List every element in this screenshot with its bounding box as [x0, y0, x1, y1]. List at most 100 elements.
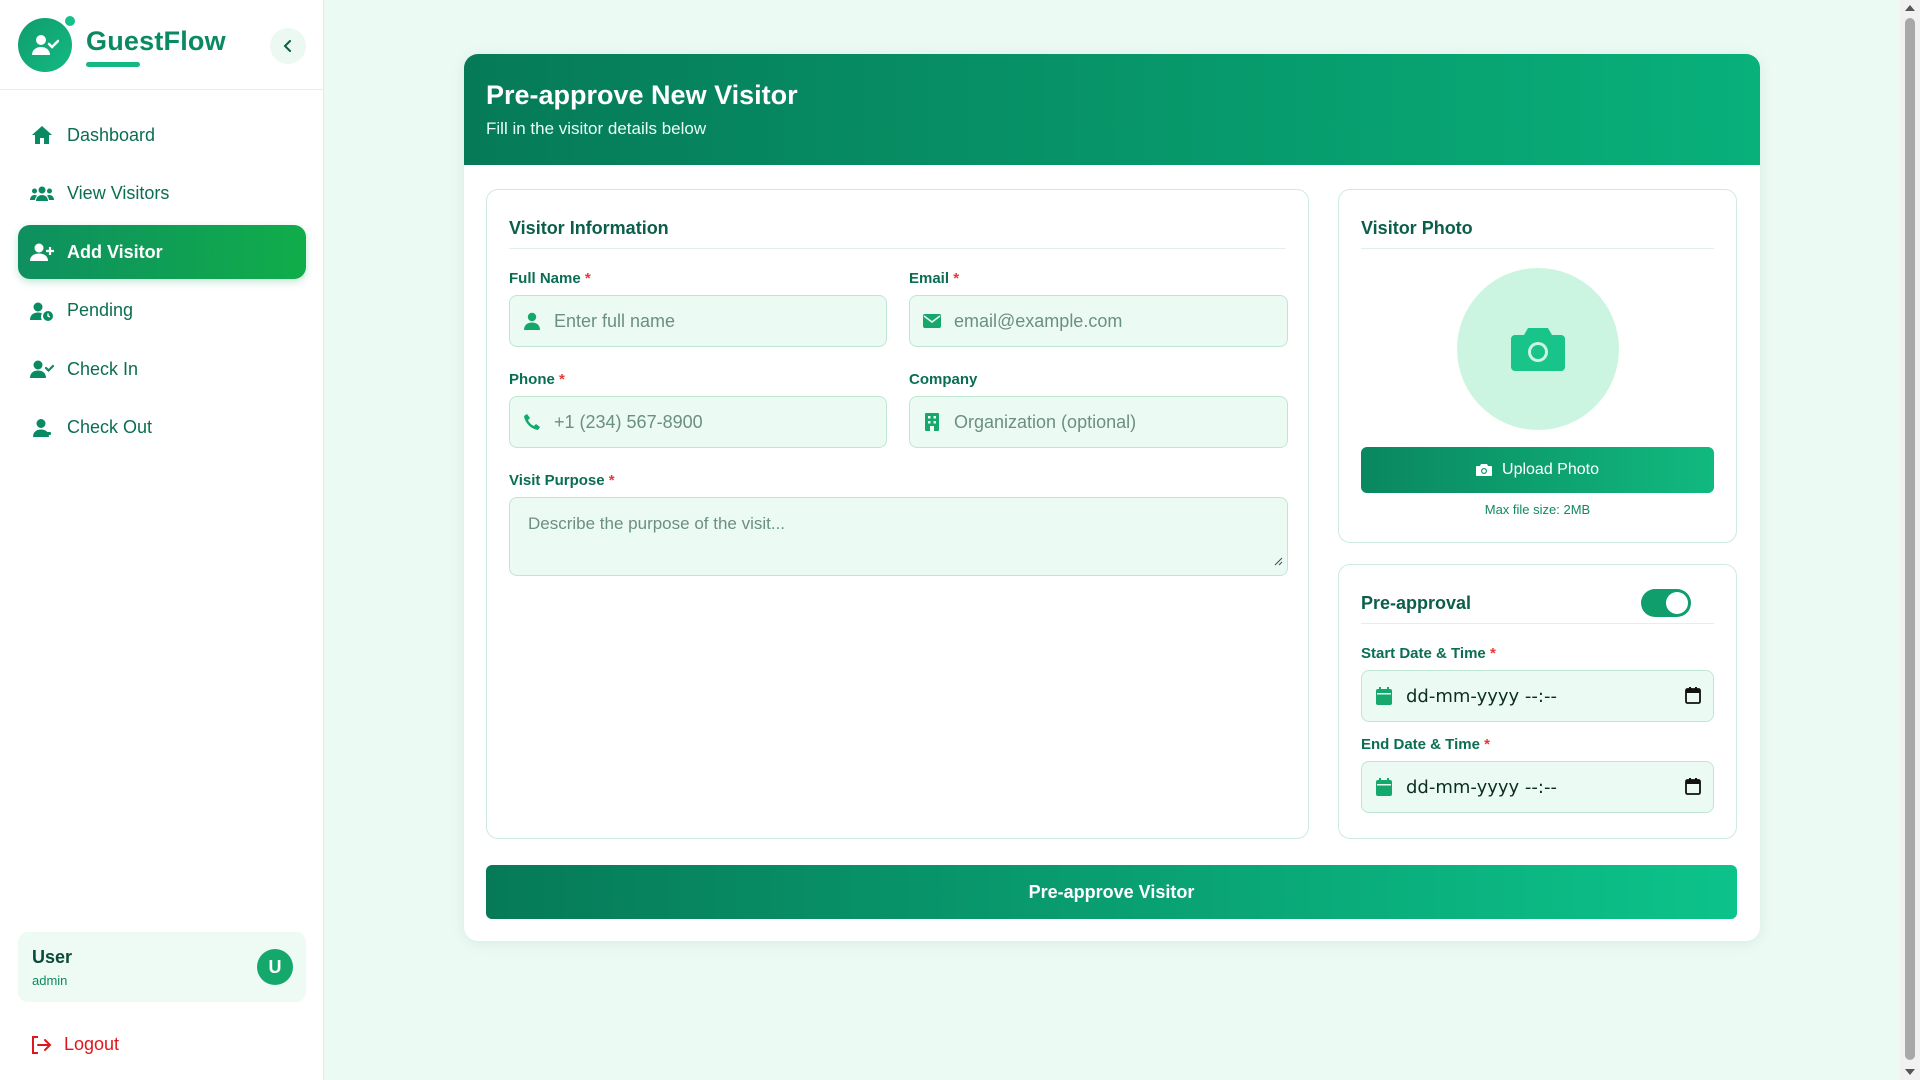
divider	[1361, 623, 1714, 624]
phone-label-text: Phone	[509, 371, 555, 388]
logout-button[interactable]: Logout	[30, 1034, 119, 1055]
preapproval-toggle[interactable]	[1641, 589, 1691, 617]
sidebar-item-dashboard[interactable]: Dashboard	[18, 108, 306, 162]
upload-photo-button[interactable]: Upload Photo	[1361, 447, 1714, 493]
divider	[509, 248, 1286, 249]
logout-icon	[30, 1035, 52, 1055]
sidebar-item-label: Check In	[67, 358, 139, 379]
max-file-size-hint: Max file size: 2MB	[1484, 502, 1591, 517]
company-label-text: Company	[909, 371, 978, 388]
user-check-icon	[32, 35, 59, 55]
visit-purpose-label: Visit Purpose *	[509, 472, 615, 489]
resize-handle-icon[interactable]	[1273, 553, 1283, 571]
user-card[interactable]: User admin U	[18, 932, 306, 1002]
required-marker: *	[584, 270, 591, 287]
toggle-knob	[1666, 592, 1688, 614]
page-subtitle: Fill in the visitor details below	[486, 119, 707, 138]
email-label-text: Email	[909, 270, 950, 287]
start-datetime-value: dd-mm-yyyy --:--	[1406, 685, 1557, 707]
phone-field[interactable]: +1 (234) 567-8900	[509, 396, 887, 448]
collapse-sidebar-button[interactable]	[270, 28, 306, 64]
phone-label: Phone *	[509, 371, 565, 388]
scroll-up-arrow-icon[interactable]	[1905, 5, 1915, 11]
scroll-down-arrow-icon[interactable]	[1905, 1069, 1915, 1075]
full-name-label-text: Full Name	[509, 270, 581, 287]
panel-title: Visitor Photo	[1361, 218, 1473, 238]
page-scrollbar[interactable]	[1900, 0, 1920, 1080]
visitor-info-panel: Visitor Information Full Name * Enter fu…	[486, 189, 1309, 839]
phone-placeholder: +1 (234) 567-8900	[554, 411, 703, 432]
start-datetime-label-text: Start Date & Time	[1361, 645, 1486, 662]
camera-icon	[1511, 328, 1565, 371]
logout-label: Logout	[64, 1034, 120, 1054]
full-name-input[interactable]: Enter full name	[509, 295, 887, 347]
page-title: Pre-approve New Visitor	[486, 80, 798, 110]
divider	[1361, 248, 1714, 249]
preapprove-form-card: Pre-approve New Visitor Fill in the visi…	[464, 54, 1760, 941]
brand-name: GuestFlow	[86, 26, 226, 56]
calendar-icon	[1362, 687, 1406, 705]
sidebar-item-label: Check Out	[67, 417, 153, 437]
required-marker: *	[1484, 736, 1490, 753]
full-name-placeholder: Enter full name	[554, 310, 676, 331]
form-header: Pre-approve New Visitor Fill in the visi…	[464, 54, 1760, 165]
required-marker: *	[1489, 645, 1496, 662]
panel-title: Pre-approval	[1361, 593, 1472, 613]
visit-purpose-textarea[interactable]: Describe the purpose of the visit...	[509, 497, 1288, 576]
user-role: admin	[32, 973, 68, 988]
user-icon	[510, 312, 554, 330]
visit-purpose-placeholder: Describe the purpose of the visit...	[528, 514, 786, 533]
required-marker: *	[608, 472, 615, 489]
visit-purpose-label-text: Visit Purpose	[509, 472, 605, 489]
sidebar-item-label: View Visitors	[67, 183, 170, 203]
email-field[interactable]: email@example.com	[909, 295, 1288, 347]
user-minus-icon	[30, 416, 54, 440]
envelope-icon	[910, 314, 954, 328]
user-check-icon	[30, 357, 54, 381]
email-placeholder: email@example.com	[954, 310, 1123, 331]
phone-icon	[510, 413, 554, 431]
user-name: User	[32, 947, 73, 967]
user-clock-icon	[30, 299, 54, 323]
chevron-left-icon	[283, 40, 291, 52]
photo-placeholder[interactable]	[1457, 268, 1619, 430]
brand-underline	[86, 62, 140, 67]
sidebar-item-check-out[interactable]: Check Out	[18, 401, 306, 455]
sidebar: GuestFlow Dashboard View Visitors Add Vi…	[0, 0, 324, 1080]
sidebar-item-label: Add Visitor	[67, 241, 163, 262]
start-datetime-label: Start Date & Time *	[1361, 645, 1496, 662]
sidebar-item-add-visitor[interactable]: Add Visitor	[18, 225, 306, 279]
building-icon	[910, 413, 954, 431]
brand-header: GuestFlow	[0, 0, 323, 90]
sidebar-nav: Dashboard View Visitors Add Visitor Pend…	[18, 108, 306, 459]
preapproval-panel: Pre-approval Start Date & Time * dd-mm-y…	[1338, 564, 1737, 839]
upload-photo-label: Upload Photo	[1502, 461, 1599, 478]
sidebar-item-view-visitors[interactable]: View Visitors	[18, 167, 306, 221]
required-marker: *	[559, 371, 565, 388]
home-icon	[30, 123, 54, 147]
avatar: U	[257, 949, 293, 985]
calendar-picker-icon[interactable]	[1685, 687, 1701, 709]
visitor-photo-panel: Visitor Photo Upload Photo Max file size…	[1338, 189, 1737, 543]
company-field[interactable]: Organization (optional)	[909, 396, 1288, 448]
end-datetime-value: dd-mm-yyyy --:--	[1406, 776, 1557, 798]
end-datetime-label: End Date & Time *	[1361, 736, 1490, 753]
sidebar-item-label: Dashboard	[67, 124, 156, 145]
user-plus-icon	[30, 240, 54, 264]
calendar-icon	[1362, 778, 1406, 796]
end-datetime-label-text: End Date & Time	[1361, 736, 1480, 753]
sidebar-item-check-in[interactable]: Check In	[18, 342, 306, 396]
company-placeholder: Organization (optional)	[954, 411, 1137, 432]
required-marker: *	[953, 270, 960, 287]
company-label: Company	[909, 371, 977, 388]
preapprove-visitor-button[interactable]: Pre-approve Visitor	[486, 865, 1737, 919]
end-datetime-input[interactable]: dd-mm-yyyy --:--	[1361, 761, 1714, 813]
sidebar-item-label: Pending	[67, 300, 134, 320]
calendar-picker-icon[interactable]	[1685, 778, 1701, 800]
users-icon	[30, 182, 54, 206]
scrollbar-thumb[interactable]	[1905, 18, 1915, 1060]
panel-title: Visitor Information	[509, 218, 669, 238]
sidebar-item-pending[interactable]: Pending	[18, 284, 306, 338]
logo-status-dot	[63, 14, 77, 28]
start-datetime-input[interactable]: dd-mm-yyyy --:--	[1361, 670, 1714, 722]
